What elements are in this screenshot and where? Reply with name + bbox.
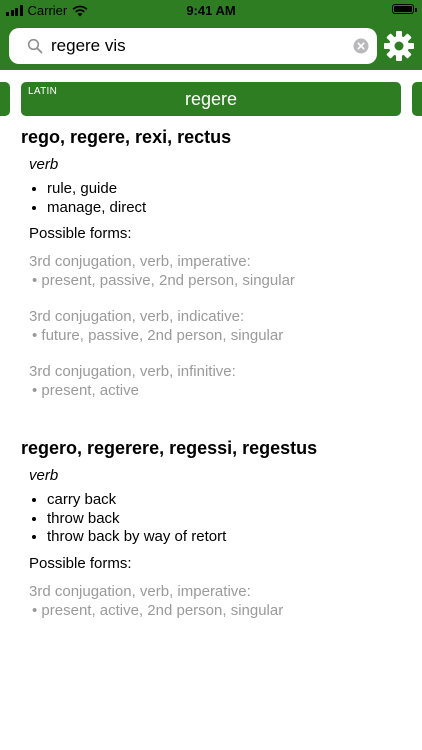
definition-list: rule, guide manage, direct <box>21 180 401 217</box>
dictionary-entry: rego, regere, rexi, rectus verb rule, gu… <box>21 126 401 400</box>
language-tab[interactable]: LATIN regere <box>21 82 401 116</box>
search-input[interactable] <box>51 28 351 64</box>
status-bar: Carrier 9:41 AM <box>0 0 422 22</box>
form-group: 3rd conjugation, verb, indicative: futur… <box>29 307 401 345</box>
previous-page-tab[interactable] <box>0 82 10 116</box>
form-type: 3rd conjugation, verb, infinitive: <box>29 363 236 380</box>
entry-headword: regero, regerere, regessi, regestus <box>21 438 318 458</box>
next-page-tab[interactable] <box>412 82 422 116</box>
status-time: 9:41 AM <box>186 3 236 18</box>
clear-icon[interactable] <box>353 38 369 54</box>
tab-term: regere <box>184 89 238 109</box>
form-group: 3rd conjugation, verb, imperative: prese… <box>29 582 401 620</box>
form-group: 3rd conjugation, verb, imperative: prese… <box>29 252 401 290</box>
form-type: 3rd conjugation, verb, imperative: <box>29 253 251 270</box>
battery-icon <box>392 4 417 14</box>
definition-item: throw back by way of retort <box>47 528 401 547</box>
form-detail: present, active, 2nd person, singular <box>29 601 401 620</box>
possible-forms-title: Possible forms: <box>29 554 132 572</box>
form-group: 3rd conjugation, verb, infinitive: prese… <box>29 362 401 400</box>
form-type: 3rd conjugation, verb, imperative: <box>29 582 251 600</box>
part-of-speech: verb <box>29 467 59 484</box>
dictionary-entry: regero, regerere, regessi, regestus verb… <box>21 437 401 620</box>
definition-list: carry back throw back throw back by way … <box>21 491 401 547</box>
form-detail: future, passive, 2nd person, singular <box>29 326 401 345</box>
part-of-speech: verb <box>29 156 59 173</box>
definition-item: rule, guide <box>47 180 401 199</box>
form-type: 3rd conjugation, verb, indicative: <box>29 308 245 325</box>
form-detail: present, active <box>29 381 401 400</box>
search-bar[interactable] <box>9 28 377 64</box>
definition-item: throw back <box>47 510 401 529</box>
definition-item: carry back <box>47 491 401 510</box>
gear-icon[interactable] <box>383 30 415 62</box>
definition-item: manage, direct <box>47 199 401 218</box>
entry-headword: rego, regere, rexi, rectus <box>21 127 232 147</box>
possible-forms-title: Possible forms: <box>29 225 132 242</box>
header: Carrier 9:41 AM <box>0 0 422 70</box>
search-icon <box>27 38 43 54</box>
form-detail: present, passive, 2nd person, singular <box>29 271 401 290</box>
